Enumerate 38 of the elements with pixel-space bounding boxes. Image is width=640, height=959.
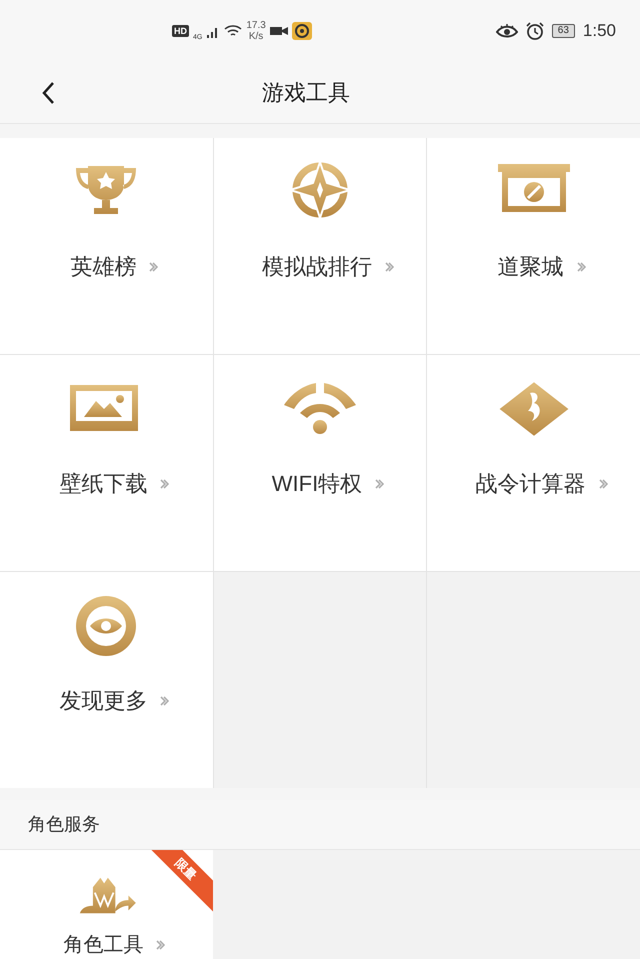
chevron-icon xyxy=(155,939,166,951)
tool-label: 角色工具 xyxy=(63,934,144,956)
tool-tile[interactable]: 限量 角色工具 xyxy=(0,850,213,959)
network-speed: 17.3 xyxy=(246,20,266,31)
speed-unit: K/s xyxy=(248,31,264,42)
chevron-icon xyxy=(384,260,394,272)
tool-label: 英雄榜 xyxy=(70,253,136,281)
section-title: 角色服务 xyxy=(28,813,100,836)
hd-indicator: HD xyxy=(172,25,189,37)
tool-tile[interactable]: 道聚城 xyxy=(427,138,640,354)
eye-icon xyxy=(496,24,518,38)
tool-tile[interactable]: 战令计算器 xyxy=(427,355,640,571)
clock: 1:50 xyxy=(582,20,616,42)
back-icon xyxy=(41,80,55,104)
tool-tile[interactable]: 发现更多 xyxy=(0,572,213,788)
chevron-icon xyxy=(159,694,170,706)
tool-tile[interactable]: 壁纸下载 xyxy=(0,355,213,571)
wifi-status-icon xyxy=(224,24,242,38)
tool-label: 战令计算器 xyxy=(476,470,586,498)
alarm-icon xyxy=(526,22,544,40)
tool-label: WIFI特权 xyxy=(272,470,362,498)
tool-tile[interactable]: 模拟战排行 xyxy=(214,138,426,354)
video-camera-icon xyxy=(270,26,288,36)
tool-label: 壁纸下载 xyxy=(59,470,148,498)
chevron-icon xyxy=(598,478,608,490)
tool-label: 发现更多 xyxy=(59,687,148,715)
tool-label: 道聚城 xyxy=(498,253,564,281)
tool-label: 模拟战排行 xyxy=(262,253,372,281)
chevron-icon xyxy=(148,260,158,272)
app-notification-icon xyxy=(292,22,312,40)
tool-tile[interactable]: 英雄榜 xyxy=(0,138,213,354)
battery-indicator: 63 xyxy=(552,24,575,38)
ribbon-label: 限量 xyxy=(171,854,200,884)
page-title: 游戏工具 xyxy=(262,79,350,107)
chevron-icon xyxy=(576,260,586,272)
chevron-icon xyxy=(374,478,384,490)
tool-tile[interactable]: WIFI特权 xyxy=(214,355,426,571)
chevron-icon xyxy=(159,478,170,490)
